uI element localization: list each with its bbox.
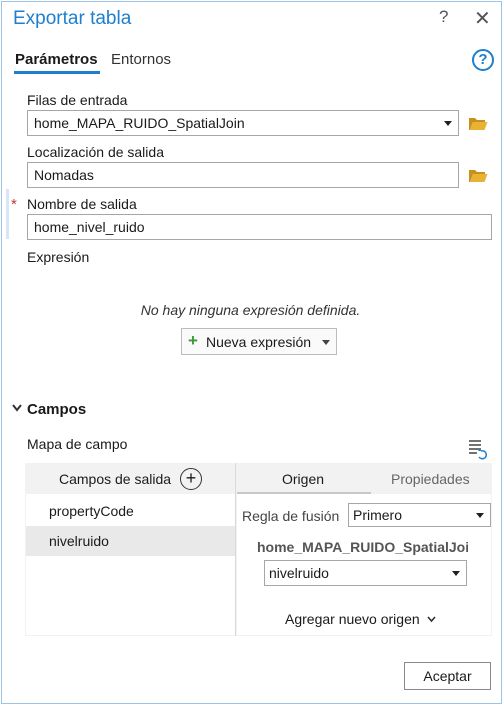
expression-label: Expresión: [27, 249, 90, 265]
input-rows-dropdown[interactable]: home_MAPA_RUIDO_SpatialJoin: [27, 110, 459, 136]
output-location-label: Localización de salida: [27, 144, 164, 160]
tab-environments[interactable]: Entornos: [111, 51, 171, 68]
accept-button[interactable]: Aceptar: [404, 662, 491, 690]
output-fields-rows: propertyCode nivelruido: [26, 496, 235, 556]
input-rows-value: home_MAPA_RUIDO_SpatialJoin: [34, 115, 245, 131]
required-asterisk: *: [11, 196, 17, 213]
close-icon[interactable]: ✕: [474, 6, 491, 31]
merge-rule-label: Regla de fusión: [242, 508, 340, 524]
tab-parameters[interactable]: Parámetros: [15, 51, 98, 68]
source-field-dropdown[interactable]: nivelruido: [264, 560, 467, 586]
list-item[interactable]: propertyCode: [26, 496, 235, 526]
fields-section-title: Campos: [27, 401, 87, 418]
output-name-value: home_nivel_ruido: [34, 219, 145, 235]
panel-divider: [235, 463, 236, 636]
output-name-input[interactable]: home_nivel_ruido: [27, 214, 492, 240]
tab-origin[interactable]: Origen: [282, 471, 324, 487]
tab-properties[interactable]: Propiedades: [391, 471, 470, 487]
window-title: Exportar tabla: [13, 8, 132, 29]
add-source-button[interactable]: Agregar nuevo origen: [285, 611, 436, 627]
add-source-label: Agregar nuevo origen: [285, 611, 420, 627]
chevron-down-icon: [452, 571, 460, 576]
output-location-value: Nomadas: [34, 167, 94, 183]
source-table-name: home_MAPA_RUIDO_SpatialJoin: [257, 539, 468, 555]
list-item-selected[interactable]: nivelruido: [26, 526, 235, 556]
new-expression-button[interactable]: + Nueva expresión: [181, 328, 337, 355]
input-rows-label: Filas de entrada: [27, 92, 128, 108]
chevron-down-icon: [476, 513, 484, 518]
merge-rule-dropdown[interactable]: Primero: [348, 503, 491, 527]
output-fields-header: Campos de salida: [59, 471, 172, 487]
active-tab-indicator: [14, 71, 100, 74]
origin-tab-indicator: [237, 492, 371, 494]
required-indicator-bar: [6, 189, 9, 239]
new-expression-label: Nueva expresión: [206, 334, 312, 350]
chevron-down-icon: [322, 340, 330, 345]
folder-open-icon[interactable]: [468, 116, 488, 131]
list-refresh-icon[interactable]: [467, 438, 489, 460]
chevron-down-icon: [12, 404, 22, 412]
plus-icon: +: [188, 331, 198, 350]
no-expression-message: No hay ninguna expresión definida.: [140, 302, 361, 318]
field-map-label: Mapa de campo: [27, 436, 128, 452]
source-field-value: nivelruido: [269, 565, 329, 581]
help-button[interactable]: ?: [439, 7, 448, 27]
merge-rule-value: Primero: [353, 507, 403, 523]
chevron-down-icon: [426, 616, 436, 623]
add-field-button[interactable]: +: [180, 468, 202, 490]
output-name-label: Nombre de salida: [27, 196, 137, 212]
folder-open-icon[interactable]: [468, 168, 488, 183]
chevron-down-icon: [444, 121, 452, 126]
output-location-field[interactable]: Nomadas: [27, 162, 459, 188]
help-circle-icon[interactable]: ?: [472, 49, 494, 71]
